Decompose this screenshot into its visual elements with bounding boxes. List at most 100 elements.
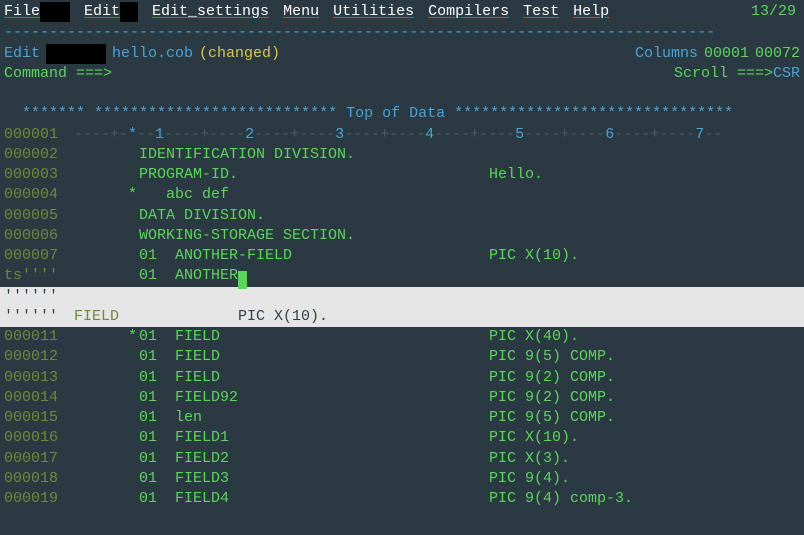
status-bar: Edit hello.cob (changed) Columns 00001 0… — [0, 44, 804, 64]
area-a — [74, 206, 139, 226]
menu-edit-settings[interactable]: Edit_settings — [152, 2, 283, 22]
code-line[interactable]: 000002 IDENTIFICATION DIVISION. — [4, 145, 800, 165]
menu-test[interactable]: Test — [523, 2, 573, 22]
line-number[interactable]: 000016 — [4, 428, 74, 448]
line-number[interactable]: 000017 — [4, 449, 74, 469]
line-number[interactable]: 000012 — [4, 347, 74, 367]
col-to: 00072 — [749, 44, 800, 64]
statement: 01 FIELD1 — [139, 428, 489, 448]
line-number[interactable]: 000013 — [4, 368, 74, 388]
statement — [139, 287, 489, 307]
line-number[interactable]: '''''' — [4, 307, 74, 327]
code-line[interactable]: 000005 DATA DIVISION. — [4, 206, 800, 226]
separator-line: ----------------------------------------… — [0, 23, 804, 43]
editor-area[interactable]: 000001----+-*--1----+----2----+----3----… — [0, 125, 804, 287]
menu-edit[interactable]: Edit — [84, 2, 152, 22]
code-line[interactable]: '''''' FIELD PIC X(10). — [0, 307, 804, 327]
statement: 01 FIELD92 — [139, 388, 489, 408]
code-line[interactable]: '''''' — [0, 287, 804, 307]
argument: PIC 9(4). — [489, 469, 570, 489]
command-line[interactable]: Command ===> Scroll ===> CSR — [0, 64, 804, 84]
code-line[interactable]: 000011 * 01 FIELD PIC X(40). — [4, 327, 800, 347]
scroll-value[interactable]: CSR — [773, 64, 800, 84]
file-name: hello.cob — [106, 44, 193, 64]
area-a: FIELD — [74, 307, 139, 327]
statement: 01 ANOTHER-FIELD — [139, 246, 489, 266]
code-line[interactable]: 000016 01 FIELD1 PIC X(10). — [4, 428, 800, 448]
code-line[interactable]: 000003 PROGRAM-ID. Hello. — [4, 165, 800, 185]
area-a — [74, 449, 139, 469]
statement: 01 FIELD3 — [139, 469, 489, 489]
area-a — [74, 287, 139, 307]
menu-compilers[interactable]: Compilers — [428, 2, 523, 22]
area-a — [74, 368, 139, 388]
argument: PIC 9(5) COMP. — [489, 347, 615, 367]
argument: PIC 9(5) COMP. — [489, 408, 615, 428]
line-number[interactable]: 000005 — [4, 206, 74, 226]
line-number[interactable]: 000015 — [4, 408, 74, 428]
code-line[interactable]: 000018 01 FIELD3 PIC 9(4). — [4, 469, 800, 489]
area-a — [74, 246, 139, 266]
statement: PIC X(10). — [139, 307, 489, 327]
ruler-line: 000001----+-*--1----+----2----+----3----… — [4, 125, 800, 145]
code-line[interactable]: 000004 * abc def — [4, 185, 800, 205]
statement: 01 len — [139, 408, 489, 428]
line-number[interactable]: 000018 — [4, 469, 74, 489]
code-line[interactable]: 000019 01 FIELD4 PIC 9(4) comp-3. — [4, 489, 800, 509]
menu-file[interactable]: File — [4, 2, 84, 22]
line-number[interactable]: 000006 — [4, 226, 74, 246]
menu-bar: File Edit Edit_settings Menu Utilities C… — [0, 0, 804, 23]
statement: abc def — [139, 185, 489, 205]
line-number[interactable]: 000004 — [4, 185, 74, 205]
statement: DATA DIVISION. — [139, 206, 489, 226]
area-a — [74, 226, 139, 246]
line-number[interactable]: 000014 — [4, 388, 74, 408]
editor-area-2[interactable]: 000011 * 01 FIELD PIC X(40).000012 01 FI… — [0, 327, 804, 509]
line-number[interactable]: 000002 — [4, 145, 74, 165]
code-line[interactable]: 000017 01 FIELD2 PIC X(3). — [4, 449, 800, 469]
statement: IDENTIFICATION DIVISION. — [139, 145, 489, 165]
code-line[interactable]: 000007 01 ANOTHER-FIELD PIC X(10). — [4, 246, 800, 266]
line-number[interactable]: '''''' — [4, 287, 74, 307]
statement: 01 FIELD4 — [139, 489, 489, 509]
area-a: * — [74, 185, 139, 205]
area-a — [74, 489, 139, 509]
area-a — [74, 266, 139, 286]
area-a — [74, 145, 139, 165]
code-line[interactable]: 000014 01 FIELD92 PIC 9(2) COMP. — [4, 388, 800, 408]
editor-mode: Edit — [4, 44, 40, 64]
menu-utilities[interactable]: Utilities — [333, 2, 428, 22]
area-a — [74, 469, 139, 489]
argument: PIC 9(4) comp-3. — [489, 489, 633, 509]
code-line[interactable]: ts'''' 01 ANOTHER — [4, 266, 800, 286]
area-a — [74, 165, 139, 185]
area-a — [74, 388, 139, 408]
argument: PIC X(40). — [489, 327, 579, 347]
argument: PIC X(10). — [489, 246, 579, 266]
code-line[interactable]: 000015 01 len PIC 9(5) COMP. — [4, 408, 800, 428]
line-number[interactable]: ts'''' — [4, 266, 74, 286]
statement: PROGRAM-ID. — [139, 165, 489, 185]
line-number[interactable]: 000019 — [4, 489, 74, 509]
changed-indicator: (changed) — [193, 44, 280, 64]
top-of-data: ******* *************************** Top … — [0, 84, 804, 125]
statement: 01 FIELD — [139, 368, 489, 388]
menu-menu[interactable]: Menu — [283, 2, 333, 22]
area-a — [74, 428, 139, 448]
code-line[interactable]: 000006 WORKING-STORAGE SECTION. — [4, 226, 800, 246]
scroll-label: Scroll ===> — [674, 64, 773, 84]
line-number[interactable]: 000011 — [4, 327, 74, 347]
line-number[interactable]: 000007 — [4, 246, 74, 266]
statement: WORKING-STORAGE SECTION. — [139, 226, 489, 246]
argument: PIC X(10). — [489, 428, 579, 448]
statement: 01 FIELD — [139, 327, 489, 347]
statement: 01 FIELD2 — [139, 449, 489, 469]
line-number[interactable]: 000003 — [4, 165, 74, 185]
code-line[interactable]: 000012 01 FIELD PIC 9(5) COMP. — [4, 347, 800, 367]
menu-help[interactable]: Help — [573, 2, 623, 22]
argument: PIC 9(2) COMP. — [489, 388, 615, 408]
code-line[interactable]: 000013 01 FIELD PIC 9(2) COMP. — [4, 368, 800, 388]
area-a — [74, 347, 139, 367]
cursor-position: 13/29 — [751, 2, 800, 22]
area-a — [74, 408, 139, 428]
